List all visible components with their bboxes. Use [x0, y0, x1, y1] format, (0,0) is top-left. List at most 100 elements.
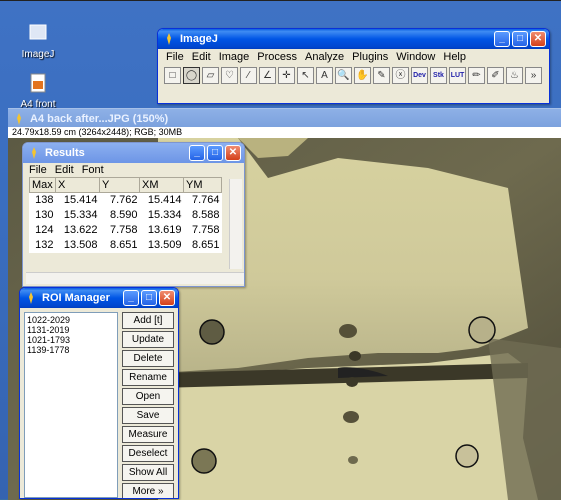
column-header[interactable]: Max: [29, 177, 56, 193]
imagej-icon: [32, 147, 36, 159]
menu-file[interactable]: File: [166, 51, 184, 63]
vertical-scrollbar[interactable]: [229, 179, 242, 269]
save-button[interactable]: Save: [122, 407, 174, 424]
table-row[interactable]: 138 15.414 7.762 15.414 7.764: [30, 193, 222, 208]
desktop: ImageJ A4 front A4 back after...JPG (150…: [0, 0, 561, 500]
table-cell: 138: [35, 194, 54, 207]
jpg-file-icon: [30, 73, 46, 93]
list-item[interactable]: 1139-1778: [27, 345, 115, 355]
table-cell: 8.651: [109, 239, 138, 251]
list-item[interactable]: 1022-2029: [27, 315, 115, 325]
imagej-icon: [17, 113, 21, 125]
more-button[interactable]: More »: [122, 483, 174, 498]
desktop-icon-a4-front[interactable]: A4 front: [8, 72, 68, 110]
results-title: Results: [45, 147, 85, 159]
column-header[interactable]: Y: [99, 177, 140, 193]
polygon-tool-icon[interactable]: ▱: [202, 67, 219, 84]
freehand-tool-icon[interactable]: ♡: [221, 67, 238, 84]
deselect-button[interactable]: Deselect: [122, 445, 174, 462]
imagej-icon: [29, 292, 33, 304]
image-window-title: A4 back after...JPG (150%): [30, 113, 169, 125]
table-cell: 8.590: [109, 209, 138, 221]
top-edge: [0, 0, 561, 1]
table-row[interactable]: 132 13.508 8.651 13.509 8.651: [30, 238, 222, 253]
menu-file[interactable]: File: [29, 164, 47, 176]
imagej-titlebar[interactable]: ImageJ _ □ ✕: [158, 29, 549, 49]
menu-process[interactable]: Process: [257, 51, 297, 63]
menu-help[interactable]: Help: [443, 51, 466, 63]
list-item[interactable]: 1021-1793: [27, 335, 115, 345]
imagej-icon: [167, 33, 171, 45]
column-header[interactable]: X: [55, 177, 100, 193]
menu-analyze[interactable]: Analyze: [305, 51, 344, 63]
results-titlebar[interactable]: Results _ □ ✕: [23, 143, 244, 163]
menu-plugins[interactable]: Plugins: [352, 51, 388, 63]
rename-button[interactable]: Rename: [122, 369, 174, 386]
x-tool-icon[interactable]: ⓧ: [392, 67, 409, 84]
imagej-icon: [29, 24, 47, 40]
desktop-icon-label: ImageJ: [21, 49, 55, 60]
menu-edit[interactable]: Edit: [192, 51, 211, 63]
column-header[interactable]: YM: [183, 177, 222, 193]
open-button[interactable]: Open: [122, 388, 174, 405]
close-button[interactable]: ✕: [225, 145, 241, 161]
minimize-button[interactable]: _: [189, 145, 205, 161]
table-row[interactable]: 130 15.334 8.590 15.334 8.588: [30, 208, 222, 223]
menu-edit[interactable]: Edit: [55, 164, 74, 176]
table-cell: 13.508: [63, 239, 98, 251]
column-header[interactable]: XM: [139, 177, 184, 193]
menu-window[interactable]: Window: [396, 51, 435, 63]
table-cell: 15.414: [63, 194, 98, 207]
desktop-icon-imagej[interactable]: ImageJ: [8, 22, 68, 60]
imagej-toolbar: □ ◯ ▱ ♡ ⁄ ∠ ✛ ↖ A 🔍 ✋ ✎ ⓧ Dev Stk LUT ✏ ✐ ♨»: [158, 65, 549, 86]
straight-line-tool-icon[interactable]: ⁄: [240, 67, 257, 84]
hand-tool-icon[interactable]: ✋: [354, 67, 371, 84]
horizontal-scrollbar[interactable]: [26, 272, 244, 284]
add-button[interactable]: Add [t]: [122, 312, 174, 329]
delete-button[interactable]: Delete: [122, 350, 174, 367]
lut-tool-icon[interactable]: LUT: [449, 67, 466, 84]
fill-tool-icon[interactable]: ♨: [506, 67, 523, 84]
table-row[interactable]: 124 13.622 7.758 13.619 7.758: [30, 223, 222, 238]
update-button[interactable]: Update: [122, 331, 174, 348]
roi-list[interactable]: 1022-2029 1131-2019 1021-1793 1139-1778: [24, 312, 118, 498]
menu-image[interactable]: Image: [219, 51, 250, 63]
oval-tool-icon[interactable]: ◯: [183, 67, 200, 84]
roi-manager-titlebar[interactable]: ROI Manager _ □ ✕: [20, 288, 178, 308]
imagej-menubar: File Edit Image Process Analyze Plugins …: [158, 49, 549, 65]
imagej-main-window[interactable]: ImageJ _ □ ✕ File Edit Image Process Ana…: [157, 28, 550, 104]
imagej-statusbar: [158, 86, 549, 103]
point-tool-icon[interactable]: ✛: [278, 67, 295, 84]
text-tool-icon[interactable]: A: [316, 67, 333, 84]
results-table[interactable]: Max X Y XM YM 138 15.414 7.762 15.414 7.…: [29, 177, 222, 253]
table-cell: 13.619: [147, 224, 182, 236]
stk-tool-icon[interactable]: Stk: [430, 67, 447, 84]
roi-manager-window[interactable]: ROI Manager _ □ ✕ 1022-2029 1131-2019 10…: [19, 287, 179, 499]
dev-tool-icon[interactable]: Dev: [411, 67, 428, 84]
angle-tool-icon[interactable]: ∠: [259, 67, 276, 84]
list-item[interactable]: 1131-2019: [27, 325, 115, 335]
magnifier-tool-icon[interactable]: 🔍: [335, 67, 352, 84]
pencil-tool-icon[interactable]: ✏: [468, 67, 485, 84]
maximize-button[interactable]: □: [207, 145, 223, 161]
minimize-button[interactable]: _: [494, 31, 510, 47]
show-all-button[interactable]: Show All: [122, 464, 174, 481]
menu-font[interactable]: Font: [82, 164, 104, 176]
image-window-titlebar[interactable]: A4 back after...JPG (150%): [8, 109, 561, 129]
maximize-button[interactable]: □: [512, 31, 528, 47]
close-button[interactable]: ✕: [530, 31, 546, 47]
rectangle-tool-icon[interactable]: □: [164, 67, 181, 84]
minimize-button[interactable]: _: [123, 290, 139, 306]
table-cell: 7.764: [191, 194, 220, 207]
results-window[interactable]: Results _ □ ✕ File Edit Font Max X Y XM …: [22, 142, 245, 287]
maximize-button[interactable]: □: [141, 290, 157, 306]
wand-tool-icon[interactable]: ↖: [297, 67, 314, 84]
table-cell: 124: [35, 224, 54, 236]
measure-button[interactable]: Measure: [122, 426, 174, 443]
close-button[interactable]: ✕: [159, 290, 175, 306]
dropper-tool-icon[interactable]: ✎: [373, 67, 390, 84]
results-menubar: File Edit Font: [23, 163, 244, 177]
image-info: 24.79x18.59 cm (3264x2448); RGB; 30MB: [8, 127, 561, 137]
brush-tool-icon[interactable]: ✐: [487, 67, 504, 84]
more-tools-icon[interactable]: »: [525, 67, 542, 84]
